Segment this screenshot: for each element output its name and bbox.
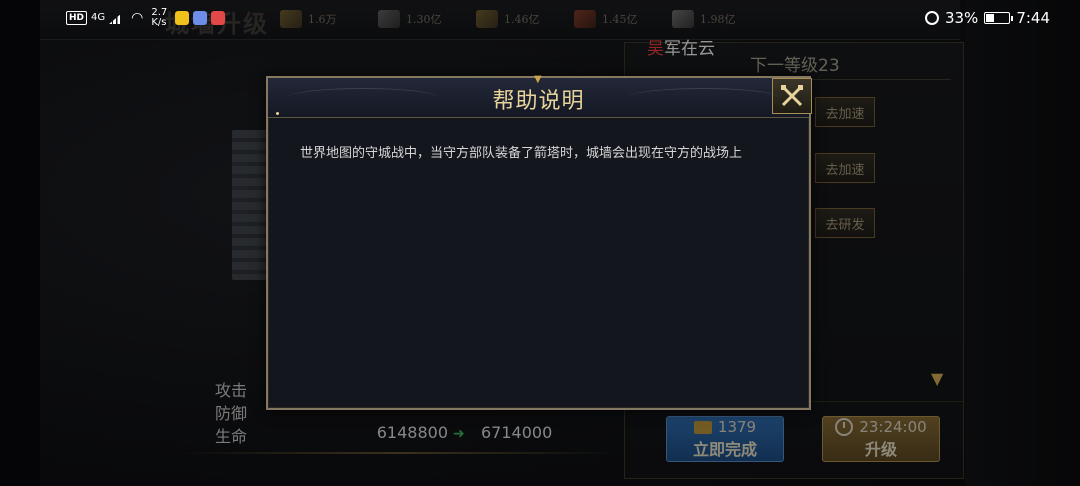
dialog-title: 帮助说明: [492, 89, 585, 114]
ornament-dot: [276, 112, 279, 115]
close-button[interactable]: [772, 78, 812, 114]
dialog-body-text: 世界地图的守城战中，当守方部队装备了箭塔时，城墙会出现在守方的战场上: [300, 146, 743, 161]
close-icon: [781, 85, 803, 107]
help-dialog: ▼ 帮助说明 世界地图的守城战中，当守方部队装备了箭塔时，城墙会出现在守方的战场…: [266, 74, 812, 410]
dialog-header: ▼ 帮助说明: [268, 74, 812, 118]
